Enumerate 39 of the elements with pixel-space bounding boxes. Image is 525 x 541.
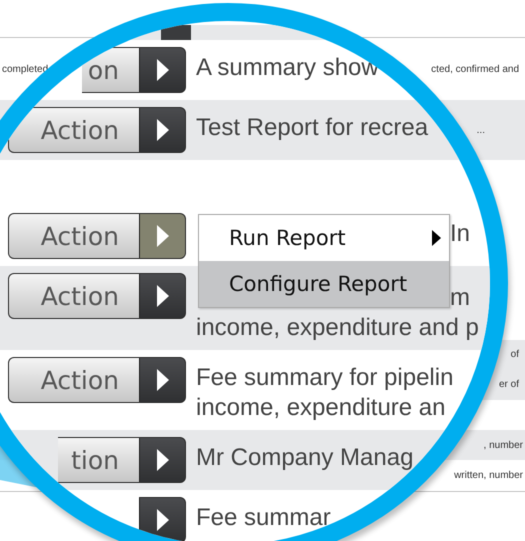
dropdown-arrow-button[interactable] (139, 47, 186, 93)
action-button[interactable]: Action (8, 273, 139, 319)
play-arrow-icon (156, 368, 170, 392)
play-arrow-icon (156, 284, 170, 308)
report-description: completed (2, 64, 48, 74)
report-description: ... (476, 124, 485, 136)
action-button[interactable]: Action (8, 107, 139, 153)
menu-item[interactable]: Configure Report (199, 261, 449, 307)
action-button[interactable]: tion (58, 437, 139, 483)
dropdown-arrow-button[interactable] (139, 107, 186, 153)
play-arrow-icon (156, 224, 170, 248)
report-description: written, number (454, 470, 523, 481)
report-description: m (450, 283, 470, 313)
action-button[interactable]: Action (8, 357, 139, 403)
play-arrow-icon (156, 58, 170, 82)
report-description: of (510, 348, 519, 360)
arrow-button[interactable] (161, 25, 191, 40)
menu-item[interactable]: Run Report (199, 215, 449, 261)
report-description: In (450, 219, 470, 249)
action-button[interactable]: on (82, 47, 139, 93)
play-arrow-icon (156, 508, 170, 532)
dropdown-arrow-button[interactable] (139, 213, 186, 259)
dropdown-arrow-button[interactable] (139, 273, 186, 319)
dropdown-arrow-button[interactable] (139, 357, 186, 403)
report-description: Mr Company Manag (196, 443, 414, 473)
report-description: , number (484, 440, 523, 450)
dropdown-arrow-button[interactable] (139, 437, 186, 483)
report-description: income, expenditure and p (196, 313, 479, 343)
report-description: cted, confirmed and (431, 64, 519, 74)
report-description: Test Report for recrea (196, 113, 428, 143)
action-button[interactable]: Action (8, 213, 139, 259)
play-arrow-icon (156, 448, 170, 472)
play-arrow-icon (156, 118, 170, 142)
report-description: er of (498, 378, 519, 390)
dropdown-arrow-button[interactable] (139, 497, 186, 541)
report-description: income, expenditure an (196, 393, 446, 423)
report-description: A summary show (196, 53, 379, 83)
report-description: Fee summary for pipelin (196, 363, 454, 393)
report-description: Fee summar (196, 503, 331, 533)
